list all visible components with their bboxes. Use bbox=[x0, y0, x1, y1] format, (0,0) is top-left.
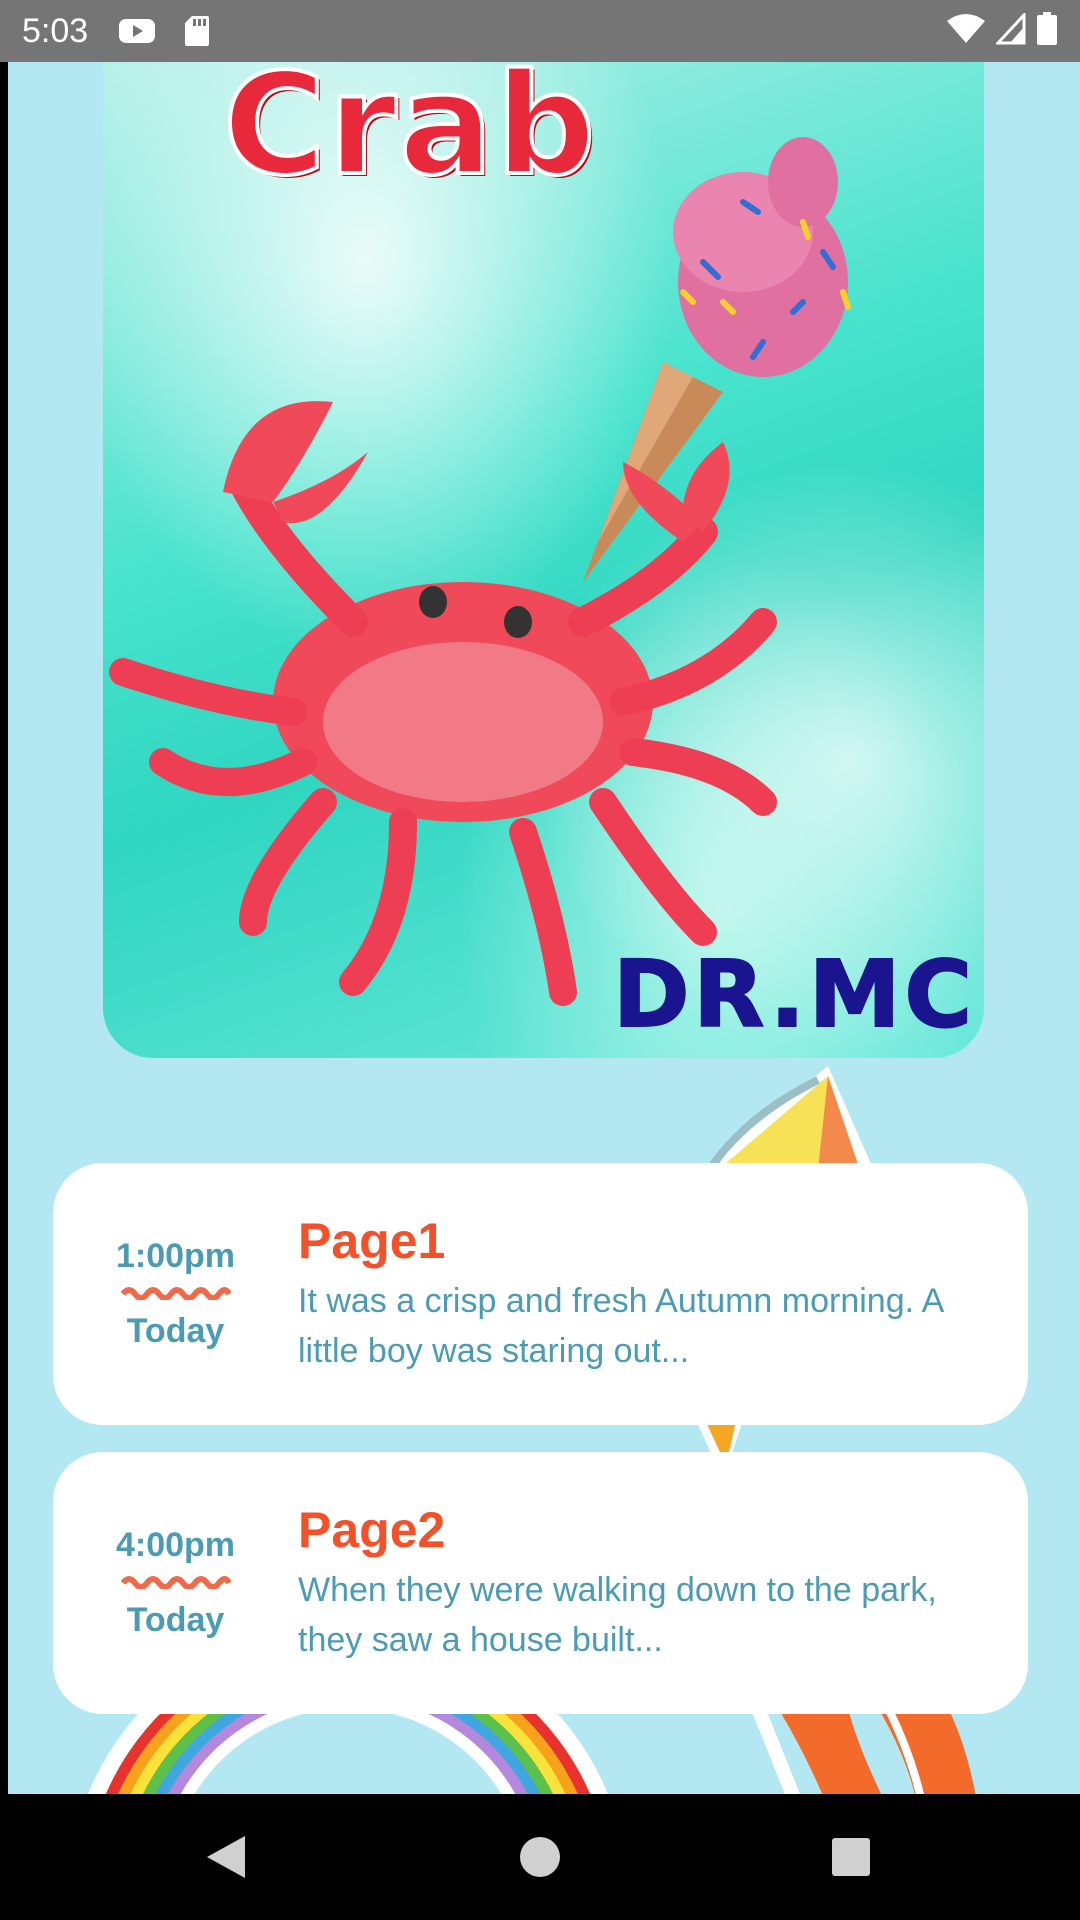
entry-time: 4:00pm bbox=[115, 1526, 236, 1564]
crab-illustration bbox=[109, 137, 851, 1006]
timestamp-block: 4:00pm Today bbox=[53, 1526, 298, 1640]
cover-author: DR.MC bbox=[612, 940, 976, 1049]
kite-tail-decoration bbox=[751, 1708, 976, 1794]
entry-text-block: Page1 It was a crisp and fresh Autumn mo… bbox=[298, 1212, 1028, 1376]
story-page-card[interactable]: 4:00pm Today Page2 When they were walkin… bbox=[53, 1452, 1028, 1714]
entry-text-block: Page2 When they were walking down to the… bbox=[298, 1501, 1028, 1665]
recents-icon[interactable] bbox=[828, 1834, 874, 1880]
wave-divider-icon bbox=[120, 1287, 231, 1300]
status-bar: 5:03 bbox=[0, 0, 1080, 62]
back-icon[interactable] bbox=[203, 1834, 249, 1880]
signal-icon bbox=[994, 10, 1026, 50]
status-time: 5:03 bbox=[22, 11, 89, 50]
entry-snippet: It was a crisp and fresh Autumn morning.… bbox=[298, 1282, 943, 1370]
story-page-card[interactable]: 1:00pm Today Page1 It was a crisp and fr… bbox=[53, 1163, 1028, 1425]
entry-time: 1:00pm bbox=[115, 1237, 236, 1275]
wave-divider-icon bbox=[120, 1576, 231, 1589]
timestamp-block: 1:00pm Today bbox=[53, 1237, 298, 1351]
navigation-bar bbox=[0, 1794, 1080, 1920]
entry-snippet: When they were walking down to the park,… bbox=[298, 1571, 937, 1659]
wifi-icon bbox=[946, 13, 986, 50]
entry-title: Page2 bbox=[298, 1502, 446, 1558]
sd-card-icon bbox=[178, 16, 216, 46]
rainbow-decoration bbox=[88, 1708, 608, 1794]
cover-title: Crab bbox=[221, 62, 598, 209]
youtube-icon bbox=[118, 16, 156, 46]
entry-title: Page1 bbox=[298, 1213, 446, 1269]
book-cover-image: Crab DR.MC bbox=[103, 62, 984, 1058]
entry-day: Today bbox=[126, 1312, 225, 1350]
battery-icon bbox=[1036, 11, 1058, 51]
home-icon[interactable] bbox=[517, 1834, 563, 1880]
entry-day: Today bbox=[126, 1601, 225, 1639]
story-content: Crab DR.MC 1:00pm Today Page1 It was a c… bbox=[8, 62, 1080, 1794]
